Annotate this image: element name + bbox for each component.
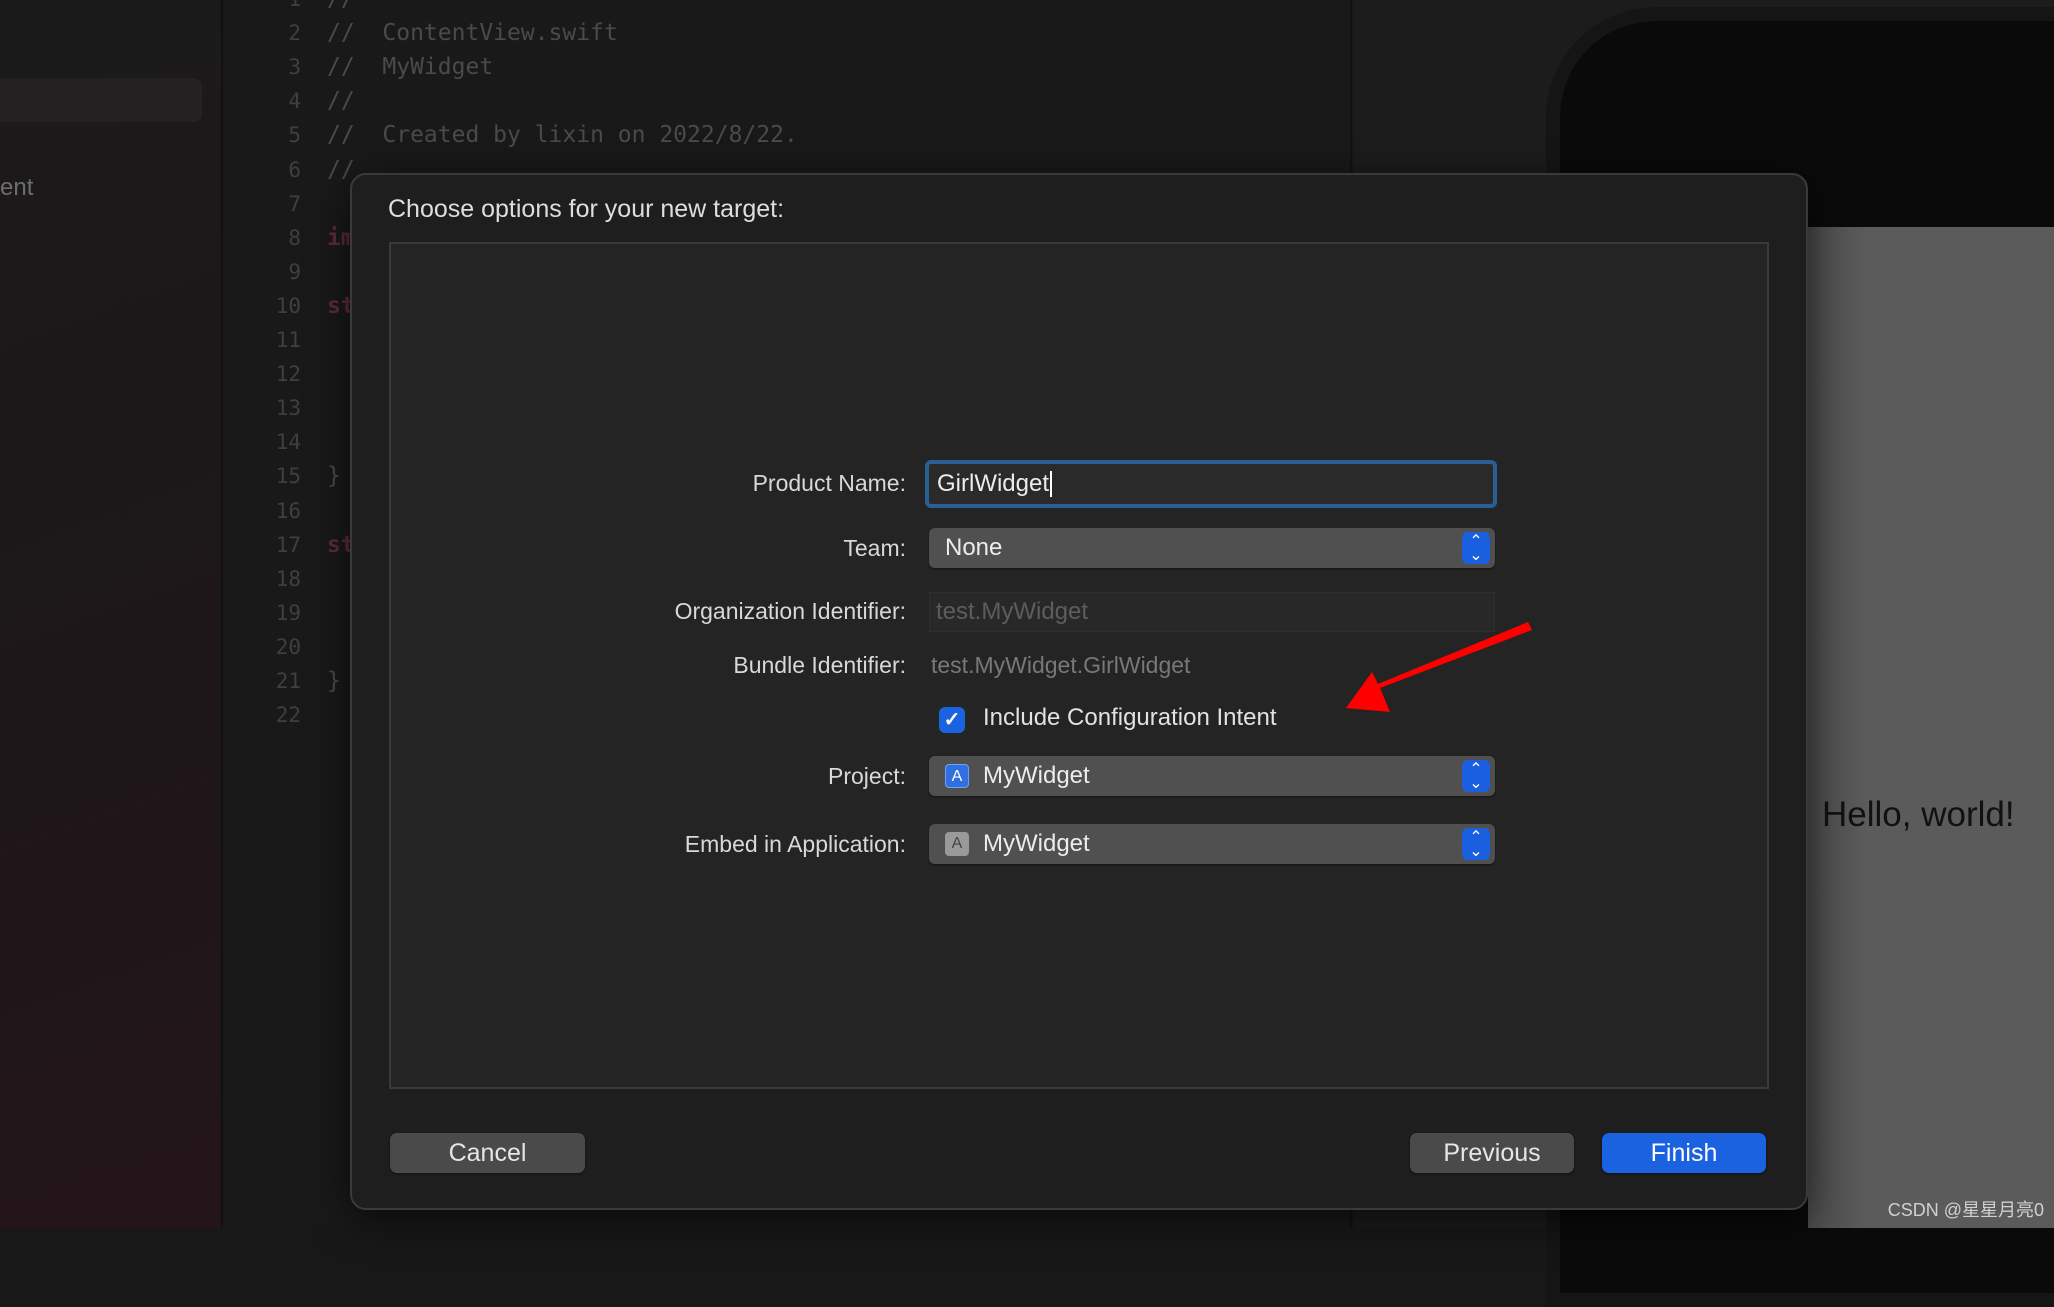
dialog-title: Choose options for your new target: [388, 195, 785, 223]
app-store-icon: A [945, 764, 969, 788]
line-number: 17 [275, 532, 301, 557]
embed-label: Embed in Application: [684, 831, 906, 857]
line-number: 19 [275, 600, 301, 625]
project-value: MyWidget [983, 762, 1090, 789]
line-number: 3 [288, 55, 301, 80]
finish-button[interactable]: Finish [1602, 1133, 1766, 1173]
code-line: // [327, 88, 355, 115]
sidebar-selected-row[interactable] [0, 78, 202, 122]
org-id-value: test.MyWidget [936, 598, 1089, 625]
line-number: 18 [275, 566, 301, 591]
line-number: 5 [288, 123, 301, 148]
line-number: 16 [275, 498, 301, 523]
line-number: 6 [288, 157, 301, 182]
line-number: 12 [275, 362, 301, 387]
line-number: 8 [288, 225, 301, 250]
cancel-button[interactable]: Cancel [390, 1133, 585, 1173]
stepper-chevrons-icon: ⌃ ⌄ [1462, 532, 1490, 564]
line-number: 15 [275, 464, 301, 489]
options-panel: Product Name: GirlWidget Team: None ⌃ ⌄ Or… [389, 242, 1769, 1089]
line-number: 21 [275, 669, 301, 693]
code-line: // [327, 0, 355, 12]
sidebar-item-label[interactable]: ent [0, 174, 33, 202]
new-target-dialog: Choose options for your new target: Prod… [350, 173, 1808, 1210]
line-number: 20 [275, 634, 301, 659]
bundle-id-label: Bundle Identifier: [733, 652, 906, 678]
org-id-input[interactable]: test.MyWidget [929, 592, 1495, 632]
line-number: 11 [275, 328, 301, 352]
line-number: 1 [225, 0, 301, 11]
line-number: 14 [275, 430, 301, 455]
team-label: Team: [843, 535, 906, 561]
embed-popup[interactable]: A MyWidget ⌃ ⌄ [929, 824, 1495, 864]
line-number: 2 [288, 21, 301, 46]
embed-value: MyWidget [983, 830, 1090, 857]
line-number: 22 [275, 703, 301, 728]
navigator-sidebar: ent [0, 0, 223, 1228]
org-id-label: Organization Identifier: [674, 598, 906, 624]
team-value: None [945, 534, 1003, 561]
app-store-icon: A [945, 832, 969, 856]
line-number: 9 [288, 259, 301, 284]
line-number: 4 [288, 89, 301, 114]
include-intent-label[interactable]: Include Configuration Intent [983, 704, 1277, 732]
code-line: // Created by lixin on 2022/8/22. [327, 122, 798, 149]
line-number: 7 [288, 191, 301, 216]
product-name-value: GirlWidget [937, 470, 1050, 497]
code-line: } [327, 463, 341, 490]
code-line: } [327, 668, 341, 694]
project-label: Project: [828, 763, 906, 789]
stepper-chevrons-icon: ⌃ ⌄ [1462, 760, 1490, 792]
product-name-input[interactable]: GirlWidget [925, 460, 1497, 508]
code-line: // MyWidget [327, 54, 494, 81]
project-popup[interactable]: A MyWidget ⌃ ⌄ [929, 756, 1495, 796]
text-caret [1050, 471, 1053, 497]
device-screen [1808, 227, 2054, 1228]
include-intent-checkbox[interactable]: ✓ [939, 707, 965, 733]
code-line: // ContentView.swift [327, 20, 618, 47]
team-popup[interactable]: None ⌃ ⌄ [929, 528, 1495, 568]
line-number: 10 [275, 293, 301, 318]
bundle-id-value: test.MyWidget.GirlWidget [931, 652, 1191, 678]
code-line: // [327, 156, 355, 183]
product-name-label: Product Name: [752, 470, 906, 496]
previous-button[interactable]: Previous [1410, 1133, 1574, 1173]
line-number: 13 [275, 396, 301, 421]
preview-hello-text: Hello, world! [1822, 795, 2015, 834]
stepper-chevrons-icon: ⌃ ⌄ [1462, 828, 1490, 860]
watermark: CSDN @星星月亮0 [1887, 1200, 2044, 1220]
